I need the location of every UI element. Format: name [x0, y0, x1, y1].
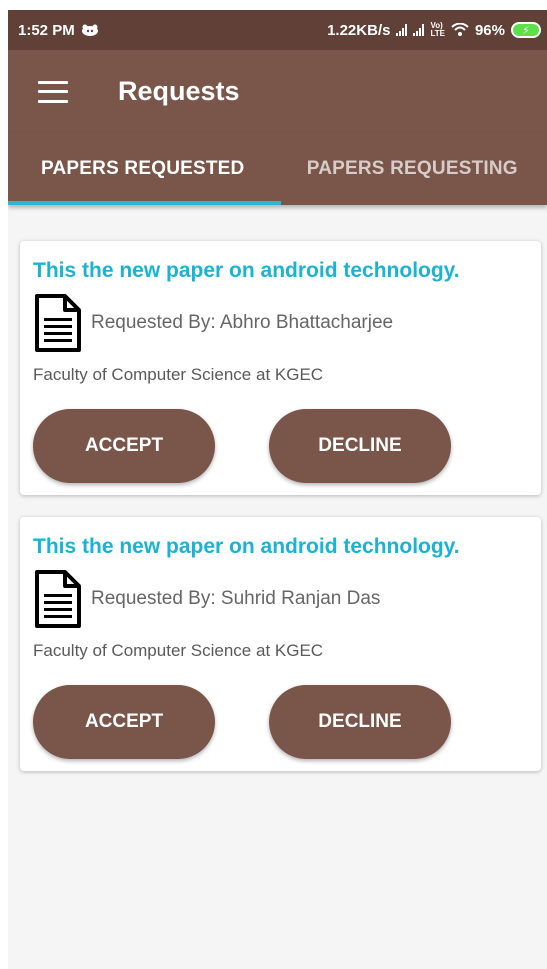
tab-indicator [8, 201, 281, 205]
requested-by: Requested By: Abhro Bhattacharjee [91, 312, 394, 333]
notification-app-icon [81, 24, 99, 36]
tab-bar: PAPERS REQUESTED PAPERS REQUESTING [8, 133, 547, 205]
signal-icon [396, 24, 408, 36]
tab-papers-requested[interactable]: PAPERS REQUESTED [8, 133, 278, 205]
request-card: This the new paper on android technology… [20, 241, 541, 495]
status-right: 1.22KB/s Vo) LTE 96% ⚡ [327, 22, 541, 39]
requester-row: Requested By: Abhro Bhattacharjee [33, 293, 529, 353]
accept-button[interactable]: ACCEPT [33, 685, 215, 759]
faculty-text: Faculty of Computer Science at KGEC [33, 365, 324, 384]
menu-icon[interactable] [38, 80, 68, 103]
paper-title[interactable]: This the new paper on android technology… [33, 259, 529, 283]
status-left: 1:52 PM [18, 22, 99, 39]
paper-title[interactable]: This the new paper on android technology… [33, 535, 529, 559]
status-time: 1:52 PM [18, 21, 75, 39]
app-bar: Requests [8, 50, 547, 133]
battery-percent: 96% [474, 21, 505, 39]
signal-icon-2 [413, 24, 425, 36]
status-bar: 1:52 PM 1.22KB/s Vo) LTE 96% ⚡ [8, 10, 547, 50]
action-row: ACCEPT DECLINE [33, 409, 529, 483]
requested-by: Requested By: Suhrid Ranjan Das [91, 588, 381, 609]
page-title: Requests [118, 76, 240, 106]
decline-button[interactable]: DECLINE [269, 409, 451, 483]
requester-row: Requested By: Suhrid Ranjan Das [33, 569, 529, 629]
request-card: This the new paper on android technology… [20, 517, 541, 771]
wifi-icon [451, 23, 469, 37]
action-row: ACCEPT DECLINE [33, 685, 529, 759]
battery-icon: ⚡ [511, 22, 541, 38]
document-icon [35, 294, 81, 352]
tab-papers-requesting[interactable]: PAPERS REQUESTING [278, 133, 547, 205]
accept-button[interactable]: ACCEPT [33, 409, 215, 483]
network-speed: 1.22KB/s [327, 21, 391, 39]
request-list: This the new paper on android technology… [8, 205, 547, 771]
decline-button[interactable]: DECLINE [269, 685, 451, 759]
screen: 1:52 PM 1.22KB/s Vo) LTE 96% ⚡ Requests … [8, 10, 547, 969]
document-icon [35, 570, 81, 628]
volte-bottom: LTE [430, 29, 445, 38]
faculty-text: Faculty of Computer Science at KGEC [33, 641, 324, 660]
volte-icon: Vo) LTE [430, 22, 445, 38]
